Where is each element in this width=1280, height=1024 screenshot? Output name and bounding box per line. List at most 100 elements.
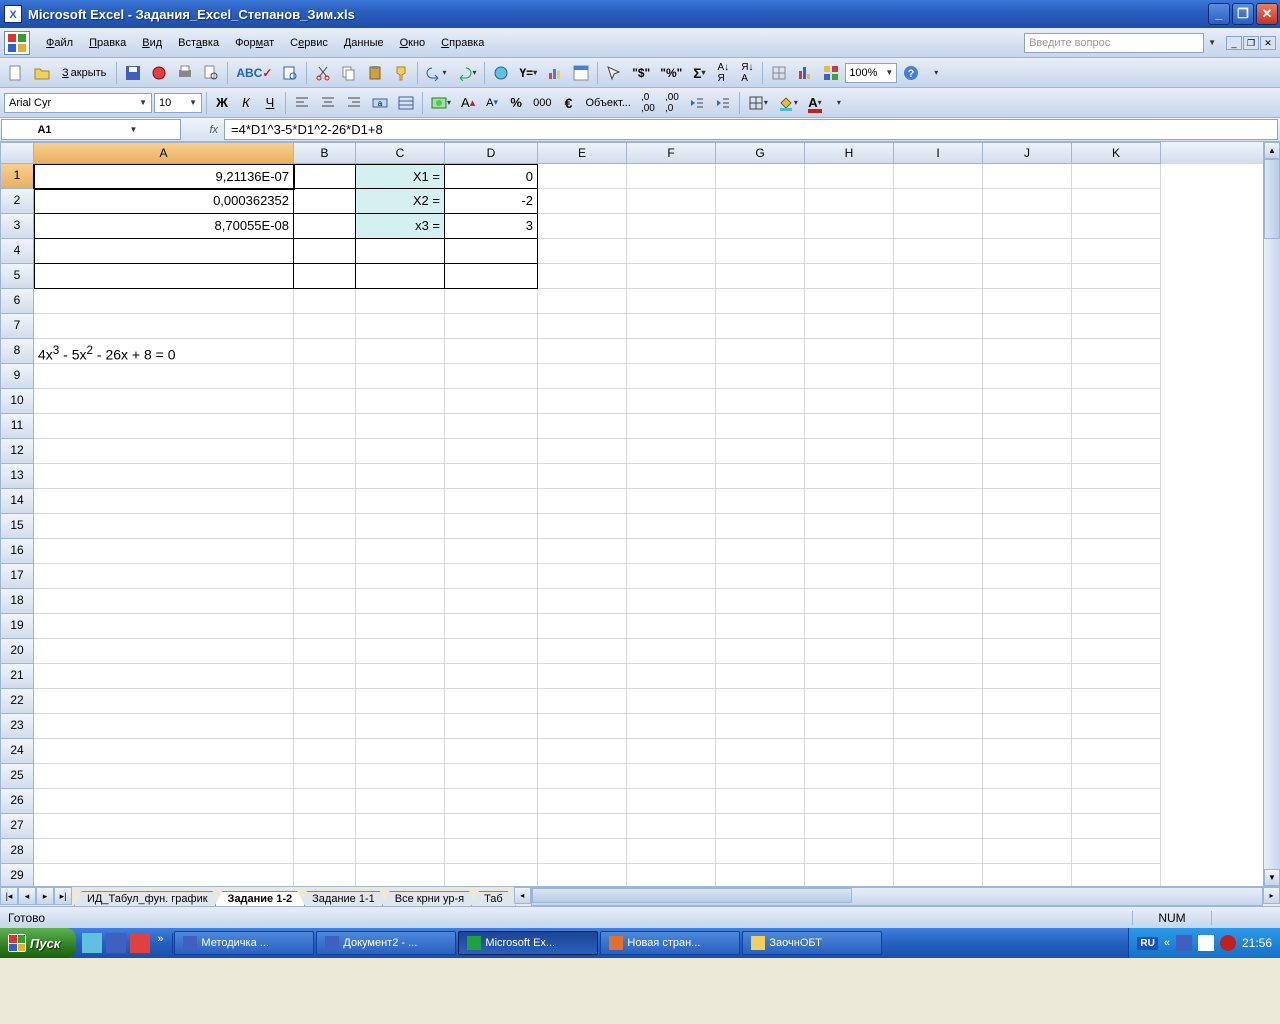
row-header[interactable]: 5 [0,264,34,289]
cell-J16[interactable] [983,539,1072,564]
cell-J20[interactable] [983,639,1072,664]
cell-F8[interactable] [627,339,716,364]
row-header[interactable]: 1 [0,164,34,189]
cell-I12[interactable] [894,439,983,464]
cell-B28[interactable] [294,839,356,864]
fx-label[interactable]: fx [182,118,222,141]
percent-button[interactable]: % [505,92,527,114]
mdi-minimize[interactable]: _ [1226,36,1242,50]
currency-button[interactable]: ▾ [427,92,455,114]
cell-H19[interactable] [805,614,894,639]
underline-button[interactable]: Ч [259,92,281,114]
cell-K16[interactable] [1072,539,1161,564]
cell-D23[interactable] [445,714,538,739]
cell-E7[interactable] [538,314,627,339]
align-right-button[interactable] [342,92,366,114]
cell-E21[interactable] [538,664,627,689]
cell-G8[interactable] [716,339,805,364]
currency-format-button[interactable]: "$" [628,62,654,84]
cell-G6[interactable] [716,289,805,314]
cell-K17[interactable] [1072,564,1161,589]
cell-H24[interactable] [805,739,894,764]
cell-K20[interactable] [1072,639,1161,664]
cell-I23[interactable] [894,714,983,739]
cell-F3[interactable] [627,214,716,239]
cell-F23[interactable] [627,714,716,739]
language-indicator[interactable]: RU [1137,937,1157,950]
cell-D3[interactable]: 3 [445,214,538,239]
cell-I19[interactable] [894,614,983,639]
cell-J23[interactable] [983,714,1072,739]
cell-H2[interactable] [805,189,894,214]
scroll-down-button[interactable]: ▼ [1264,869,1280,886]
cell-D24[interactable] [445,739,538,764]
cell-C14[interactable] [356,489,445,514]
cell-E17[interactable] [538,564,627,589]
col-header-J[interactable]: J [983,142,1072,164]
cell-A19[interactable] [34,614,294,639]
font-combo[interactable]: Arial Cyr▼ [4,93,152,113]
cell-D29[interactable] [445,864,538,886]
bold-button[interactable]: Ж [211,92,233,114]
cell-C26[interactable] [356,789,445,814]
cell-K11[interactable] [1072,414,1161,439]
chart-bar-button[interactable] [793,62,817,84]
cell-G20[interactable] [716,639,805,664]
cell-B22[interactable] [294,689,356,714]
cell-F21[interactable] [627,664,716,689]
increase-indent-button[interactable] [711,92,735,114]
cell-E28[interactable] [538,839,627,864]
cell-D17[interactable] [445,564,538,589]
cell-H21[interactable] [805,664,894,689]
format-painter-button[interactable] [389,62,413,84]
help-button[interactable]: ? [899,62,923,84]
cell-A4[interactable] [34,239,294,264]
cell-G14[interactable] [716,489,805,514]
cell-J10[interactable] [983,389,1072,414]
cell-A2[interactable]: 0,000362352 [34,189,294,214]
cell-B14[interactable] [294,489,356,514]
print-button[interactable] [173,62,197,84]
row-header[interactable]: 4 [0,239,34,264]
cell-J7[interactable] [983,314,1072,339]
cell-B2[interactable] [294,189,356,214]
restore-button[interactable]: ❐ [1232,3,1254,25]
taskbar-item[interactable]: Новая стран... [600,931,740,955]
cell-I18[interactable] [894,589,983,614]
fill-color-button[interactable]: ▾ [774,92,802,114]
grid-toggle-button[interactable] [767,62,791,84]
cell-C15[interactable] [356,514,445,539]
cell-C20[interactable] [356,639,445,664]
cell-B8[interactable] [294,339,356,364]
row-header[interactable]: 12 [0,439,34,464]
cell-I14[interactable] [894,489,983,514]
cell-F17[interactable] [627,564,716,589]
row-header[interactable]: 29 [0,864,34,886]
cell-J22[interactable] [983,689,1072,714]
cell-G18[interactable] [716,589,805,614]
cell-J24[interactable] [983,739,1072,764]
cell-D7[interactable] [445,314,538,339]
cell-K28[interactable] [1072,839,1161,864]
cell-A23[interactable] [34,714,294,739]
row-header[interactable]: 2 [0,189,34,214]
cell-E15[interactable] [538,514,627,539]
cell-I16[interactable] [894,539,983,564]
cell-J27[interactable] [983,814,1072,839]
cell-E26[interactable] [538,789,627,814]
cell-E19[interactable] [538,614,627,639]
cell-J2[interactable] [983,189,1072,214]
cell-A9[interactable] [34,364,294,389]
cell-H8[interactable] [805,339,894,364]
tray-icon[interactable] [1198,935,1214,951]
cell-B12[interactable] [294,439,356,464]
cell-D21[interactable] [445,664,538,689]
cell-F11[interactable] [627,414,716,439]
menu-file[interactable]: Файл [38,33,81,53]
cell-E8[interactable] [538,339,627,364]
cell-E25[interactable] [538,764,627,789]
cell-D6[interactable] [445,289,538,314]
cell-B23[interactable] [294,714,356,739]
cell-F28[interactable] [627,839,716,864]
cell-I5[interactable] [894,264,983,289]
